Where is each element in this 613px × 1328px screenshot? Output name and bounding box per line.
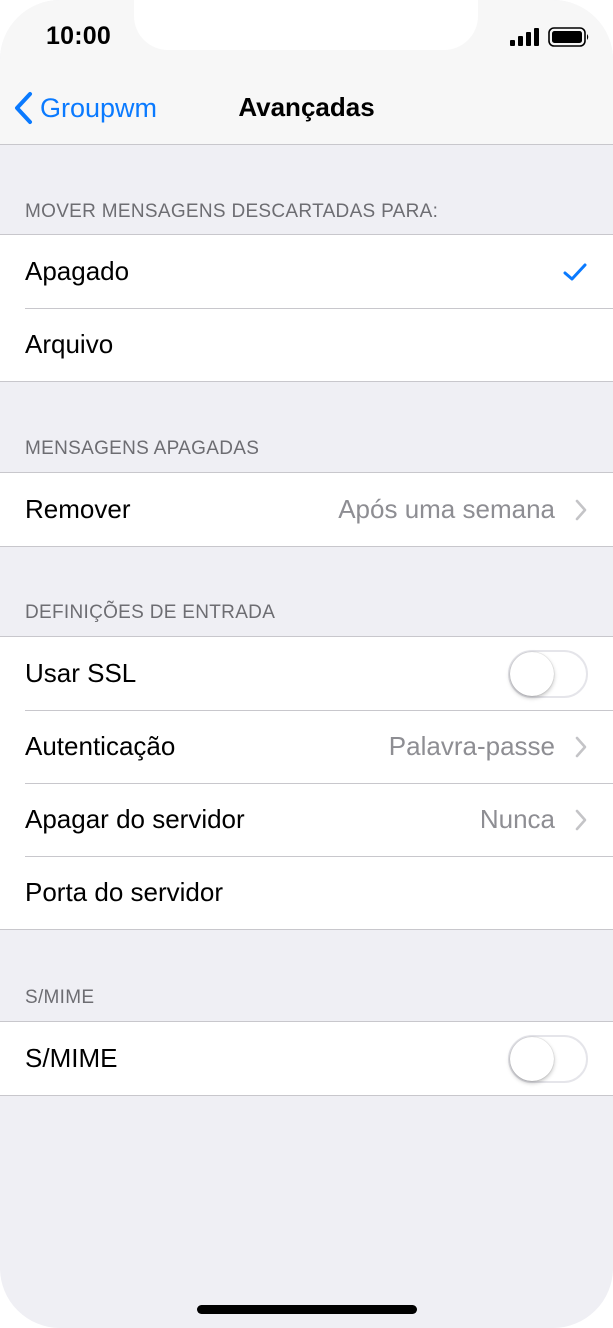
row-label: Usar SSL <box>25 658 137 688</box>
cellular-signal-icon <box>510 28 539 46</box>
deleted-group: Remover Após uma semana <box>0 472 613 547</box>
chevron-right-icon <box>575 809 587 830</box>
delete-from-server-row[interactable]: Apagar do servidor Nunca <box>0 783 613 856</box>
notch <box>134 0 478 50</box>
smime-toggle[interactable] <box>508 1034 588 1083</box>
toggle-knob <box>510 1036 554 1081</box>
row-label: Remover <box>25 494 131 524</box>
option-row-apagado[interactable]: Apagado <box>0 235 613 308</box>
remove-row[interactable]: Remover Após uma semana <box>0 473 613 546</box>
smime-group: S/MIME <box>0 1021 613 1096</box>
option-label: Arquivo <box>25 329 114 359</box>
discard-group: Apagado Arquivo <box>0 234 613 382</box>
server-port-row[interactable]: Porta do servidor <box>0 856 613 929</box>
row-value: Palavra-passe <box>388 731 555 761</box>
toggle-knob <box>510 651 554 696</box>
use-ssl-toggle[interactable] <box>508 649 588 698</box>
section-header-deleted: MENSAGENS APAGADAS <box>25 438 260 459</box>
row-label: Porta do servidor <box>25 877 223 907</box>
row-value: Após uma semana <box>338 494 555 524</box>
page-title: Avançadas <box>238 92 375 122</box>
top-bar: 10:00 Groupwm Avançadas <box>0 0 613 145</box>
phone-screen: 10:00 Groupwm Avançadas MOVER MENSAGENS … <box>0 0 613 1328</box>
chevron-right-icon <box>575 736 587 757</box>
incoming-group: Usar SSL Autenticação Palavra-passe Apag… <box>0 636 613 930</box>
section-header-smime: S/MIME <box>25 987 95 1008</box>
section-header-incoming: DEFINIÇÕES DE ENTRADA <box>25 602 276 623</box>
use-ssl-row: Usar SSL <box>0 637 613 710</box>
chevron-right-icon <box>575 499 587 520</box>
section-header-discard: MOVER MENSAGENS DESCARTADAS PARA: <box>25 201 439 222</box>
smime-row: S/MIME <box>0 1022 613 1095</box>
home-indicator[interactable] <box>197 1305 417 1314</box>
option-label: Apagado <box>25 256 130 286</box>
checkmark-icon <box>563 263 587 280</box>
status-time: 10:00 <box>46 22 111 50</box>
row-label: Apagar do servidor <box>25 804 245 834</box>
row-label: S/MIME <box>25 1043 118 1073</box>
option-row-arquivo[interactable]: Arquivo <box>0 308 613 381</box>
authentication-row[interactable]: Autenticação Palavra-passe <box>0 710 613 783</box>
battery-icon <box>548 27 589 47</box>
row-value: Nunca <box>479 804 555 834</box>
row-label: Autenticação <box>25 731 176 761</box>
